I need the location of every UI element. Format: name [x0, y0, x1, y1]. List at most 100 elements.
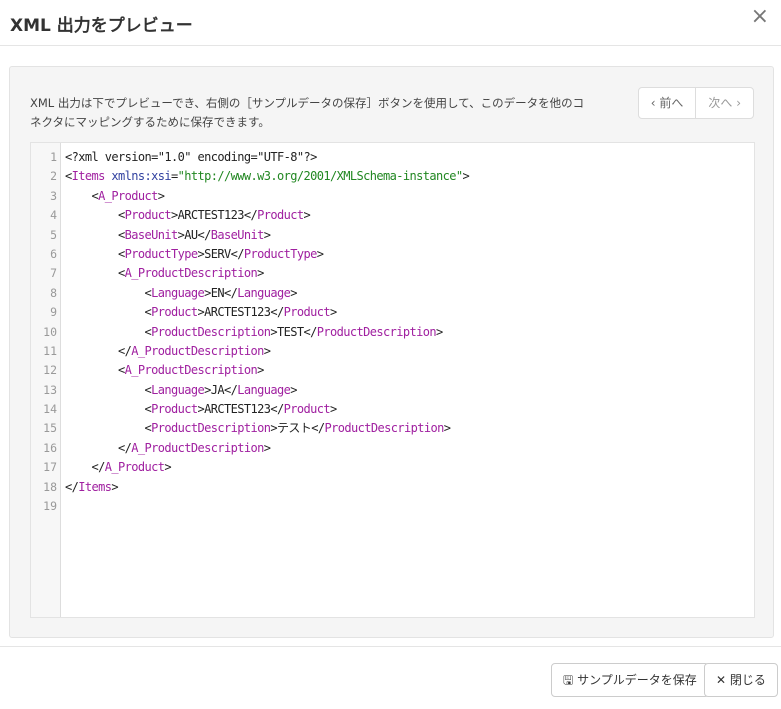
code-token-txt: >JA</ — [204, 382, 238, 397]
dialog-title: XML 出力をプレビュー — [10, 16, 193, 36]
code-line: 6 <ProductType>SERV</ProductType> — [31, 245, 754, 264]
code-line: 8 <Language>EN</Language> — [31, 284, 754, 303]
code-token-tag: Language — [237, 285, 291, 300]
code-token-txt: <?xml version="1.0" encoding="UTF-8"?> — [65, 150, 317, 164]
line-content: </A_Product> — [61, 458, 171, 477]
line-number: 5 — [50, 227, 57, 242]
code-token-txt: > — [316, 246, 324, 261]
code-line: 16 </A_ProductDescription> — [31, 439, 754, 458]
code-token-txt: > — [164, 460, 171, 475]
line-content: <Language>EN</Language> — [61, 284, 297, 303]
code-token-txt: >テスト</ — [270, 421, 325, 436]
line-number: 16 — [43, 440, 57, 455]
xml-code-editor[interactable]: 1 <?xml version="1.0" encoding="UTF-8"?> 2… — [30, 142, 755, 618]
code-token-txt: > — [263, 440, 271, 455]
save-sample-data-button[interactable]: 🖫 サンプルデータを保存 — [551, 663, 709, 697]
next-button[interactable]: 次へ › — [695, 88, 753, 118]
dialog-footer — [0, 646, 781, 647]
code-token-tag: BaseUnit — [124, 227, 179, 242]
code-line: 1 <?xml version="1.0" encoding="UTF-8"?> — [31, 148, 754, 167]
preview-panel: XML 出力は下でプレビューでき、右側の［サンプルデータの保存］ボタンを使用して… — [9, 66, 774, 638]
code-token-tag: Product — [257, 208, 304, 223]
code-token-tag: Product — [151, 305, 198, 320]
line-content: <?xml version="1.0" encoding="UTF-8"?> — [61, 148, 317, 167]
code-token-txt: > — [303, 208, 311, 223]
code-token-tag: BaseUnit — [210, 227, 265, 242]
line-number: 4 — [50, 208, 57, 223]
code-token-tag: A_Product — [104, 460, 165, 475]
line-number: 1 — [50, 150, 57, 164]
code-token-txt: < — [65, 402, 152, 417]
code-token-txt: > — [330, 402, 337, 417]
code-line: 2 <Items xmlns:xsi="http://www.w3.org/200… — [31, 167, 754, 186]
code-token-txt: < — [65, 382, 152, 397]
code-token-tag: A_Product — [98, 188, 158, 203]
code-line: 11 </A_ProductDescription> — [31, 342, 754, 361]
code-token-txt: >TEST</ — [270, 324, 317, 339]
code-token-txt: > — [257, 363, 264, 378]
code-token-txt: < — [65, 188, 99, 203]
line-number: 9 — [50, 305, 57, 320]
line-number: 8 — [50, 285, 57, 300]
code-token-txt: < — [65, 169, 72, 184]
line-content: <A_Product> — [61, 187, 164, 206]
code-token-txt: > — [290, 382, 297, 397]
code-token-txt: < — [65, 324, 152, 339]
code-token-tag: Language — [151, 285, 205, 300]
code-token-txt: </ — [65, 440, 132, 455]
code-token-txt: < — [65, 363, 125, 378]
line-content — [61, 497, 65, 516]
code-token-tag: ProductDescription — [316, 324, 437, 339]
line-number: 15 — [43, 421, 57, 436]
code-token-tag: A_ProductDescription — [124, 363, 258, 378]
code-token-tag: Product — [151, 402, 198, 417]
code-token-txt: </ — [65, 460, 105, 475]
code-line: 3 <A_Product> — [31, 187, 754, 206]
code-token-txt: >ARCTEST123</ — [171, 208, 258, 223]
code-token-txt: </ — [65, 343, 132, 358]
line-content: <ProductType>SERV</ProductType> — [61, 245, 324, 264]
description-text: XML 出力は下でプレビューでき、右側の［サンプルデータの保存］ボタンを使用して… — [30, 96, 585, 129]
line-number: 7 — [50, 266, 57, 281]
line-content: <ProductDescription>TEST</ProductDescrip… — [61, 323, 443, 342]
line-content: <Product>ARCTEST123</Product> — [61, 206, 311, 225]
close-label: 閉じる — [729, 673, 766, 687]
code-token-txt: >EN</ — [204, 285, 238, 300]
code-token-tag: Language — [151, 382, 205, 397]
line-number: 13 — [43, 382, 57, 397]
prev-button[interactable]: ‹ 前へ — [639, 88, 696, 118]
code-token-txt: </ — [65, 479, 79, 494]
code-token-txt: < — [65, 246, 125, 261]
line-number: 17 — [43, 460, 57, 475]
code-token-tag: Language — [237, 382, 291, 397]
line-number: 10 — [43, 324, 57, 339]
close-button[interactable]: ✕ 閉じる — [704, 663, 778, 697]
code-token-tag: Product — [124, 208, 172, 223]
code-token-str: "http://www.w3.org/2001/XMLSchema-instan… — [177, 169, 463, 184]
code-token-tag: ProductDescription — [324, 421, 444, 436]
code-token-txt: < — [65, 285, 152, 300]
code-line: 17 </A_Product> — [31, 458, 754, 477]
line-content: <Product>ARCTEST123</Product> — [61, 400, 337, 419]
code-token-tag: A_ProductDescription — [131, 440, 264, 455]
save-label: サンプルデータを保存 — [577, 673, 697, 687]
code-token-tag: Items — [78, 479, 112, 494]
code-line: 7 <A_ProductDescription> — [31, 264, 754, 283]
line-content: <A_ProductDescription> — [61, 264, 264, 283]
line-content: </A_ProductDescription> — [61, 342, 271, 361]
code-line: 19 — [31, 497, 754, 516]
code-line: 5 <BaseUnit>AU</BaseUnit> — [31, 226, 754, 245]
code-token-txt: > — [157, 188, 165, 203]
close-icon[interactable]: × — [751, 4, 769, 29]
code-token-txt: < — [65, 266, 125, 281]
line-number: 19 — [43, 499, 57, 514]
code-token-txt: < — [65, 208, 125, 223]
line-content: </A_ProductDescription> — [61, 439, 271, 458]
code-token-txt: < — [65, 227, 125, 242]
code-token-txt: > — [263, 227, 271, 242]
code-token-tag: ProductType — [243, 246, 317, 261]
code-line: 12 <A_ProductDescription> — [31, 361, 754, 380]
code-token-txt: < — [65, 421, 152, 436]
code-token-tag: Product — [283, 305, 331, 320]
code-token-tag: ProductDescription — [151, 324, 271, 339]
